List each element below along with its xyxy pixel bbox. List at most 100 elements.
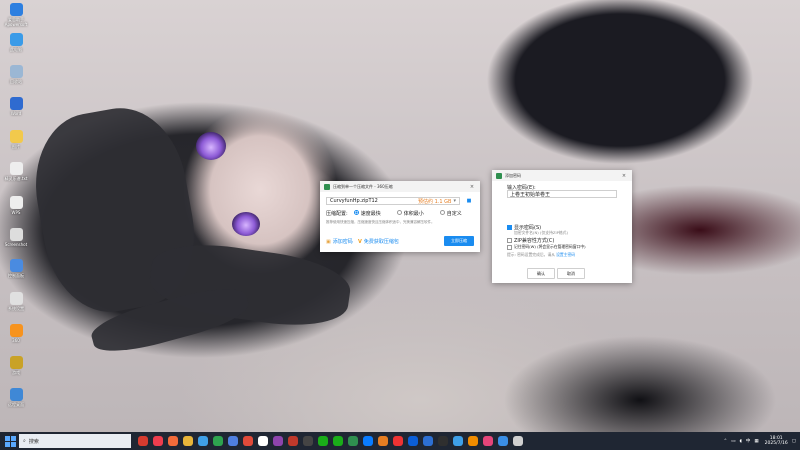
taskbar-app-icon[interactable] <box>303 436 313 446</box>
app-icon <box>9 97 23 110</box>
password-dialog: 添加密码 × 输入密码(E): 上卷王初始单卷王 显示密码(S) 加密文件名(N… <box>492 170 632 283</box>
folder-icon[interactable]: ■ <box>465 197 473 205</box>
filename-field[interactable]: CurvyfunHp.zipT12 预估约 1.1 GB ▾ <box>326 197 460 205</box>
taskbar-app-icon[interactable] <box>453 436 463 446</box>
password-dialog-titlebar[interactable]: 添加密码 × <box>492 170 632 181</box>
taskbar-app-icon[interactable] <box>378 436 388 446</box>
vip-offer-link[interactable]: V 免费获取压缩包 <box>358 238 399 246</box>
taskbar-app-icon[interactable] <box>228 436 238 446</box>
desktop-icon[interactable]: 远程桌面 <box>2 388 30 407</box>
app-icon <box>9 388 23 401</box>
taskbar-app-icon[interactable] <box>498 436 508 446</box>
desktop-icon[interactable]: 系统设置 <box>2 292 30 311</box>
taskbar-app-icon[interactable] <box>333 436 343 446</box>
add-password-link[interactable]: ▣ 添加密码 <box>326 238 353 246</box>
desktop-icon-label: WPS <box>11 210 21 215</box>
compress-window-titlebar[interactable]: 压缩到单一个压缩文件 - 360压缩 × <box>320 181 480 192</box>
taskbar-app-icon[interactable] <box>393 436 403 446</box>
taskbar-app-icon[interactable] <box>513 436 523 446</box>
cancel-button[interactable]: 取消 <box>557 268 585 279</box>
volume-icon[interactable]: ◖ <box>740 439 742 444</box>
network-icon[interactable]: ▭ <box>731 439 735 444</box>
taskbar-search[interactable]: ⌕ 搜索 <box>19 434 131 448</box>
taskbar-app-icon[interactable] <box>288 436 298 446</box>
taskbar-app-icon[interactable] <box>438 436 448 446</box>
wallpaper-eye <box>232 212 260 236</box>
save-password-checkbox[interactable]: 记住密码(W) (将会显示在管理密码窗口中) <box>507 244 586 250</box>
desktop-icon-label: 游戏 <box>12 370 20 375</box>
taskbar-app-icon[interactable] <box>348 436 358 446</box>
input-icon[interactable]: ▦ <box>754 439 758 444</box>
taskbar-app-icon[interactable] <box>408 436 418 446</box>
desktop-icon-label: 远程桌面 <box>8 402 24 407</box>
option-fastest[interactable]: 速度最快 <box>353 210 381 217</box>
taskbar-app-icon[interactable] <box>258 436 268 446</box>
size-note: 预估约 1.1 GB <box>418 198 452 205</box>
desktop-icon[interactable]: WPS <box>2 196 30 215</box>
app-icon <box>9 356 23 369</box>
chevron-up-icon[interactable]: ⌃ <box>723 439 727 444</box>
desktop-icon[interactable]: 游戏 <box>2 356 30 375</box>
app-icon <box>9 33 23 46</box>
desktop-icon-label: 图片 <box>12 144 20 149</box>
notification-icon[interactable]: ▢ <box>792 439 796 444</box>
desktop-icon-label: Screenshot <box>4 242 28 247</box>
desktop-icon[interactable]: 图片 <box>2 130 30 149</box>
desktop-icon[interactable]: 360 <box>2 324 30 343</box>
archive-icon <box>496 172 502 179</box>
taskbar-app-icon[interactable] <box>243 436 253 446</box>
app-icon <box>9 3 23 16</box>
start-compress-button[interactable]: 立即压缩 <box>444 236 474 246</box>
close-icon[interactable]: × <box>620 173 628 179</box>
set-master-password-link[interactable]: 设置主密码 <box>556 252 575 258</box>
desktop-icon[interactable]: 回收站 <box>2 65 30 84</box>
option-smallest[interactable]: 体积最小 <box>396 210 424 217</box>
taskbar-app-icon[interactable] <box>198 436 208 446</box>
desktop-icon-label: 此电脑 <box>10 47 22 52</box>
taskbar-app-icon[interactable] <box>213 436 223 446</box>
taskbar-app-icon[interactable] <box>363 436 373 446</box>
desktop-icon-label: 控制面板 <box>8 273 24 278</box>
taskbar-app-icon[interactable] <box>138 436 148 446</box>
search-icon: ⌕ <box>23 438 26 444</box>
desktop-icon[interactable]: 此电脑 <box>2 33 30 52</box>
compress-hint: 推荐使用快速压缩，压缩速度快且压缩体积适中，完美兼容解压软件。 <box>326 220 435 224</box>
app-icon <box>9 162 23 175</box>
close-icon[interactable]: × <box>468 184 476 190</box>
app-icon <box>9 196 23 209</box>
clock[interactable]: 18:01 2025/7/16 <box>765 436 788 446</box>
desktop-icon-label: 系统设置 <box>8 306 24 311</box>
app-icon <box>9 130 23 143</box>
taskbar-app-icon[interactable] <box>273 436 283 446</box>
desktop-icon-label: 360 <box>12 338 20 343</box>
manage-note: 提示: 密码设置完成后，请从 设置主密码 <box>507 252 576 258</box>
taskbar-app-icon[interactable] <box>168 436 178 446</box>
compress-window-title: 压缩到单一个压缩文件 - 360压缩 <box>333 183 393 189</box>
zip-compat-checkbox[interactable]: ZIP兼容性方式(C) <box>507 237 554 244</box>
compress-window: 压缩到单一个压缩文件 - 360压缩 × CurvyfunHp.zipT12 预… <box>320 181 480 252</box>
password-input[interactable]: 上卷王初始单卷王 <box>507 190 617 198</box>
windows-start-icon[interactable] <box>3 434 17 448</box>
app-icon <box>9 228 23 241</box>
taskbar: ⌕ 搜索 ⌃ ▭ ◖ 中 ▦ 18:01 2025/7/16 ▢ <box>0 432 800 450</box>
desktop-icon[interactable]: 精灵乐谱.txt <box>2 162 30 181</box>
desktop-icon-label: Word <box>10 111 22 116</box>
option-custom[interactable]: 自定义 <box>439 210 462 217</box>
desktop-icon[interactable]: Word <box>2 97 30 116</box>
archive-icon <box>324 183 330 190</box>
taskbar-app-icon[interactable] <box>183 436 193 446</box>
desktop-icon[interactable]: 控制面板 <box>2 259 30 278</box>
ok-button[interactable]: 确认 <box>527 268 555 279</box>
desktop-icon[interactable]: 爱思助手 Apowersoft <box>2 3 30 27</box>
taskbar-app-icon[interactable] <box>318 436 328 446</box>
filename-value: CurvyfunHp.zipT12 <box>330 198 378 204</box>
taskbar-app-icon[interactable] <box>468 436 478 446</box>
chevron-down-icon[interactable]: ▾ <box>453 198 456 204</box>
taskbar-app-icon[interactable] <box>423 436 433 446</box>
taskbar-app-icon[interactable] <box>153 436 163 446</box>
desktop-icon[interactable]: Screenshot <box>2 228 30 247</box>
ime-indicator[interactable]: 中 <box>746 438 751 444</box>
desktop-icon-label: 精灵乐谱.txt <box>4 176 28 181</box>
taskbar-app-icon[interactable] <box>483 436 493 446</box>
desktop-icon-label: 回收站 <box>10 79 22 84</box>
